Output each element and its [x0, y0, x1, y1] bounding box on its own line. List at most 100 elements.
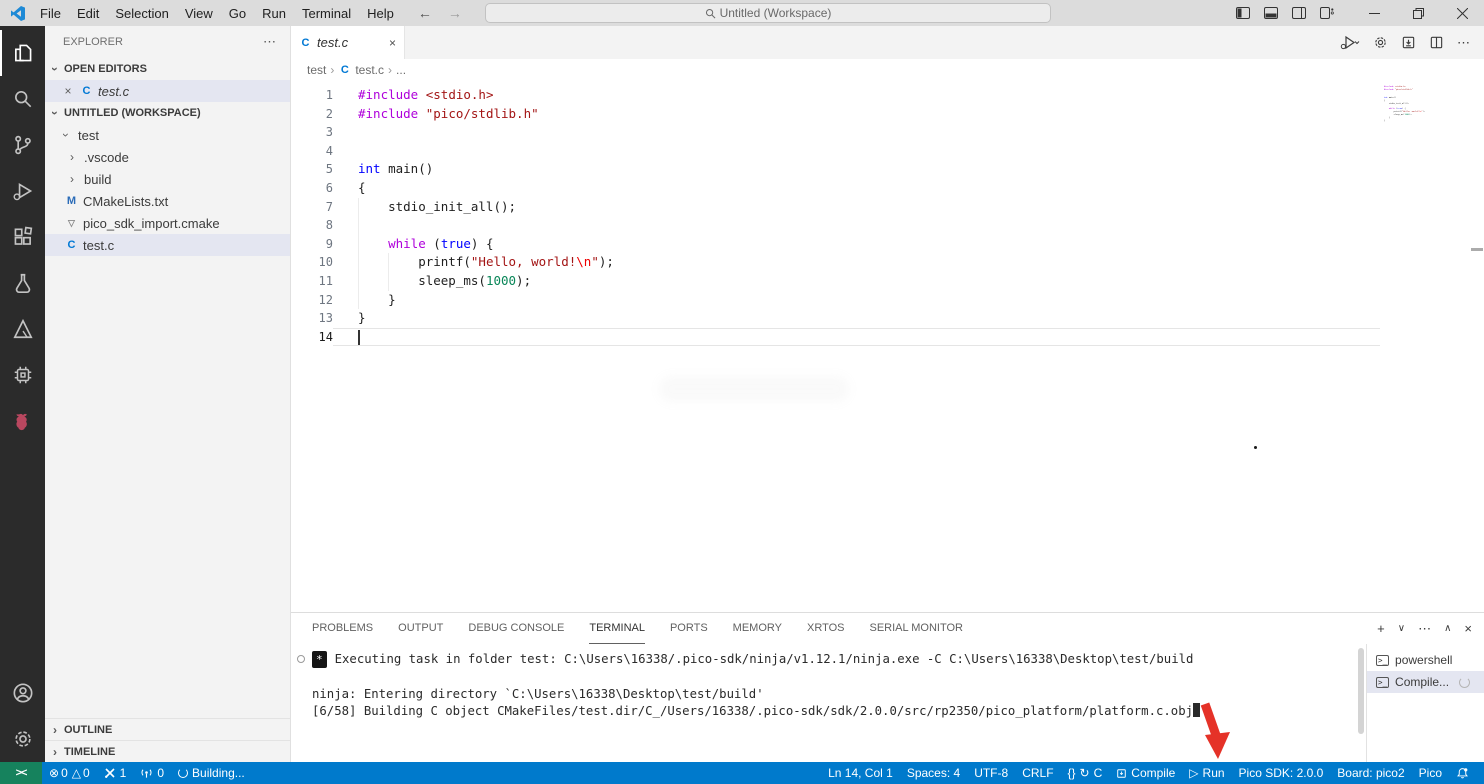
run-or-debug-icon[interactable]	[1340, 35, 1360, 50]
flash-download-icon[interactable]	[1401, 35, 1416, 50]
testing-flask-icon[interactable]	[0, 260, 45, 306]
tree-item-label: test	[78, 127, 99, 143]
toggle-panel-icon[interactable]	[1264, 7, 1278, 19]
memory-chip-icon[interactable]	[0, 352, 45, 398]
menu-terminal[interactable]: Terminal	[294, 6, 359, 21]
timeline-section[interactable]: › TIMELINE	[45, 740, 290, 762]
raspberry-pi-icon[interactable]	[0, 398, 45, 444]
search-icon[interactable]	[0, 76, 45, 122]
sync-icon: ↻	[1079, 766, 1090, 780]
close-panel-icon[interactable]: ×	[1464, 621, 1472, 636]
notifications-bell[interactable]	[1449, 762, 1476, 784]
panel-more-icon[interactable]: ⋯	[1418, 621, 1431, 637]
encoding[interactable]: UTF-8	[967, 762, 1015, 784]
panel-tab-problems[interactable]: PROBLEMS	[312, 613, 373, 644]
c-file-icon: C	[301, 36, 310, 49]
forward-arrow-icon[interactable]: →	[448, 5, 462, 21]
panel-tab-bar: PROBLEMS OUTPUT DEBUG CONSOLE TERMINAL PORTS…	[291, 613, 1484, 644]
explorer-more-actions-icon[interactable]: ⋯	[263, 34, 276, 50]
pico-sdk-version[interactable]: Pico SDK: 2.0.0	[1232, 762, 1331, 784]
menu-edit[interactable]: Edit	[69, 6, 107, 21]
terminal-dropdown-icon[interactable]: ∨	[1398, 623, 1405, 634]
command-center-search[interactable]: Untitled (Workspace)	[485, 3, 1051, 23]
split-editor-icon[interactable]	[1429, 35, 1444, 50]
terminal-scrollbar[interactable]	[1356, 644, 1366, 762]
compile-button[interactable]: Compile	[1109, 762, 1182, 784]
line-number: 12	[318, 292, 333, 307]
menu-view[interactable]: View	[177, 6, 221, 21]
menu-selection[interactable]: Selection	[107, 6, 176, 21]
extensions-icon[interactable]	[0, 214, 45, 260]
more-actions-icon[interactable]: ⋯	[1457, 35, 1470, 51]
language-mode[interactable]: {} ↻ C	[1061, 762, 1110, 784]
restore-button[interactable]	[1396, 0, 1440, 26]
outline-section[interactable]: › OUTLINE	[45, 718, 290, 740]
account-icon[interactable]	[0, 670, 45, 716]
tree-item-pico-sdk-import-cmake[interactable]: ▽ pico_sdk_import.cmake	[45, 212, 290, 234]
panel-tab-memory[interactable]: MEMORY	[733, 613, 782, 644]
pico-menu[interactable]: Pico	[1412, 762, 1449, 784]
code-editor[interactable]: 1 #include <stdio.h> 2 #include "pico/stdli…	[291, 81, 1484, 612]
toggle-sidebar-icon[interactable]	[1236, 7, 1250, 19]
menu-run[interactable]: Run	[254, 6, 294, 21]
tree-item-test[interactable]: › test	[45, 124, 290, 146]
panel-tab-ports[interactable]: PORTS	[670, 613, 708, 644]
customize-layout-icon[interactable]	[1320, 7, 1334, 19]
eol-sequence[interactable]: CRLF	[1015, 762, 1060, 784]
menu-file[interactable]: File	[32, 6, 69, 21]
workspace-section[interactable]: › UNTITLED (WORKSPACE)	[45, 102, 290, 124]
terminal-list-item-powershell[interactable]: >_ powershell	[1367, 649, 1484, 671]
tree-item--vscode[interactable]: › .vscode	[45, 146, 290, 168]
m-file-icon: M	[66, 195, 77, 207]
problems-indicator[interactable]: ⊗ 0 △ 0	[42, 762, 97, 784]
open-editor-item-testc[interactable]: × C test.c	[45, 80, 290, 102]
close-editor-icon[interactable]: ×	[61, 84, 75, 98]
tree-item-cmakelists-txt[interactable]: M CMakeLists.txt	[45, 190, 290, 212]
tree-item-test-c[interactable]: Ctest.c	[45, 234, 290, 256]
cmake-icon[interactable]	[0, 306, 45, 352]
new-terminal-icon[interactable]: +	[1377, 621, 1385, 636]
minimize-button[interactable]	[1352, 0, 1396, 26]
breadcrumb-symbol[interactable]: ...	[396, 63, 406, 77]
minimap[interactable]: #include <stdio.h> #include "pico/stdlib.…	[1384, 86, 1472, 125]
vscode-logo-icon	[9, 5, 26, 22]
settings-gear-icon[interactable]	[0, 716, 45, 762]
code-line: 4	[291, 142, 1380, 161]
ports-indicator[interactable]: 0	[133, 762, 171, 784]
back-arrow-icon[interactable]: ←	[418, 5, 432, 21]
menu-go[interactable]: Go	[221, 6, 254, 21]
bottom-panel: PROBLEMS OUTPUT DEBUG CONSOLE TERMINAL PORTS…	[291, 612, 1484, 762]
terminal-list-item-compile-[interactable]: >_ Compile...	[1367, 671, 1484, 693]
gear-icon[interactable]	[1373, 35, 1388, 50]
tab-testc[interactable]: C test.c ×	[291, 26, 405, 59]
panel-tab-xrtos[interactable]: XRTOS	[807, 613, 845, 644]
close-window-button[interactable]	[1440, 0, 1484, 26]
run-debug-icon[interactable]	[0, 168, 45, 214]
tasks-indicator[interactable]: 1	[97, 762, 134, 784]
open-editors-section[interactable]: › OPEN EDITORS	[45, 58, 290, 80]
breadcrumb-folder[interactable]: test	[307, 63, 326, 77]
toggle-secondary-sidebar-icon[interactable]	[1292, 7, 1306, 19]
run-button[interactable]: ▷ Run	[1182, 762, 1231, 784]
line-number: 13	[318, 311, 333, 326]
remote-indicator[interactable]: ><	[0, 762, 42, 784]
flash-icon	[1117, 768, 1127, 778]
tree-item-build[interactable]: › build	[45, 168, 290, 190]
tree-item-label: pico_sdk_import.cmake	[83, 215, 220, 231]
panel-tab-terminal[interactable]: TERMINAL	[589, 613, 645, 644]
panel-tab-output[interactable]: OUTPUT	[398, 613, 443, 644]
breadcrumb-file[interactable]: test.c	[355, 63, 384, 77]
building-status[interactable]: Building...	[171, 762, 252, 784]
close-tab-icon[interactable]: ×	[389, 36, 396, 50]
line-number: 9	[325, 236, 333, 251]
panel-tab-serial-monitor[interactable]: SERIAL MONITOR	[869, 613, 963, 644]
panel-tab-debug-console[interactable]: DEBUG CONSOLE	[468, 613, 564, 644]
source-control-icon[interactable]	[0, 122, 45, 168]
explorer-icon[interactable]	[0, 30, 45, 76]
menu-help[interactable]: Help	[359, 6, 402, 21]
maximize-panel-icon[interactable]: ∧	[1444, 623, 1451, 634]
error-icon: ⊗	[49, 766, 60, 780]
indentation[interactable]: Spaces: 4	[900, 762, 967, 784]
cursor-position[interactable]: Ln 14, Col 1	[821, 762, 900, 784]
board-selector[interactable]: Board: pico2	[1330, 762, 1411, 784]
